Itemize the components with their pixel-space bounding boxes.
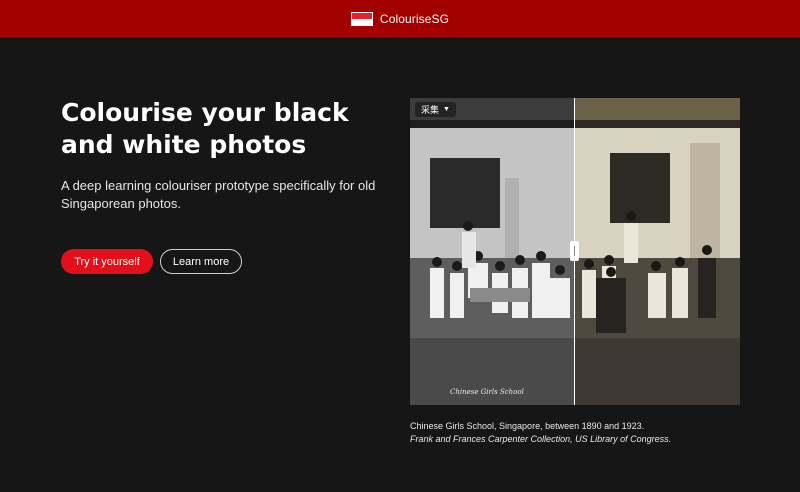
caption-line: Chinese Girls School, Singapore, between… bbox=[410, 421, 645, 431]
hero-subtitle: A deep learning colouriser prototype spe… bbox=[61, 178, 376, 211]
caption-credit: Frank and Frances Carpenter Collection, … bbox=[410, 434, 672, 444]
top-navbar: ColouriseSG bbox=[0, 0, 800, 37]
brand-name[interactable]: ColouriseSG bbox=[380, 12, 449, 26]
learn-more-button[interactable]: Learn more bbox=[160, 249, 242, 274]
language-label: 采集 bbox=[421, 105, 440, 115]
try-it-yourself-button[interactable]: Try it yourself bbox=[61, 249, 153, 274]
singapore-flag-icon bbox=[350, 11, 373, 26]
hero-title: Colourise your black and white photos bbox=[61, 98, 349, 159]
photo-inscription: Chinese Girls School bbox=[450, 388, 524, 396]
brand[interactable]: ColouriseSG bbox=[350, 11, 449, 26]
language-dropdown[interactable]: 采集 ▼ bbox=[415, 102, 456, 117]
comparison-slider-handle[interactable] bbox=[570, 241, 579, 261]
chevron-down-icon: ▼ bbox=[443, 106, 450, 113]
before-after-image-comparison[interactable]: 采集 ▼ Chinese Girls School bbox=[410, 98, 740, 405]
image-caption: Chinese Girls School, Singapore, between… bbox=[410, 420, 770, 446]
